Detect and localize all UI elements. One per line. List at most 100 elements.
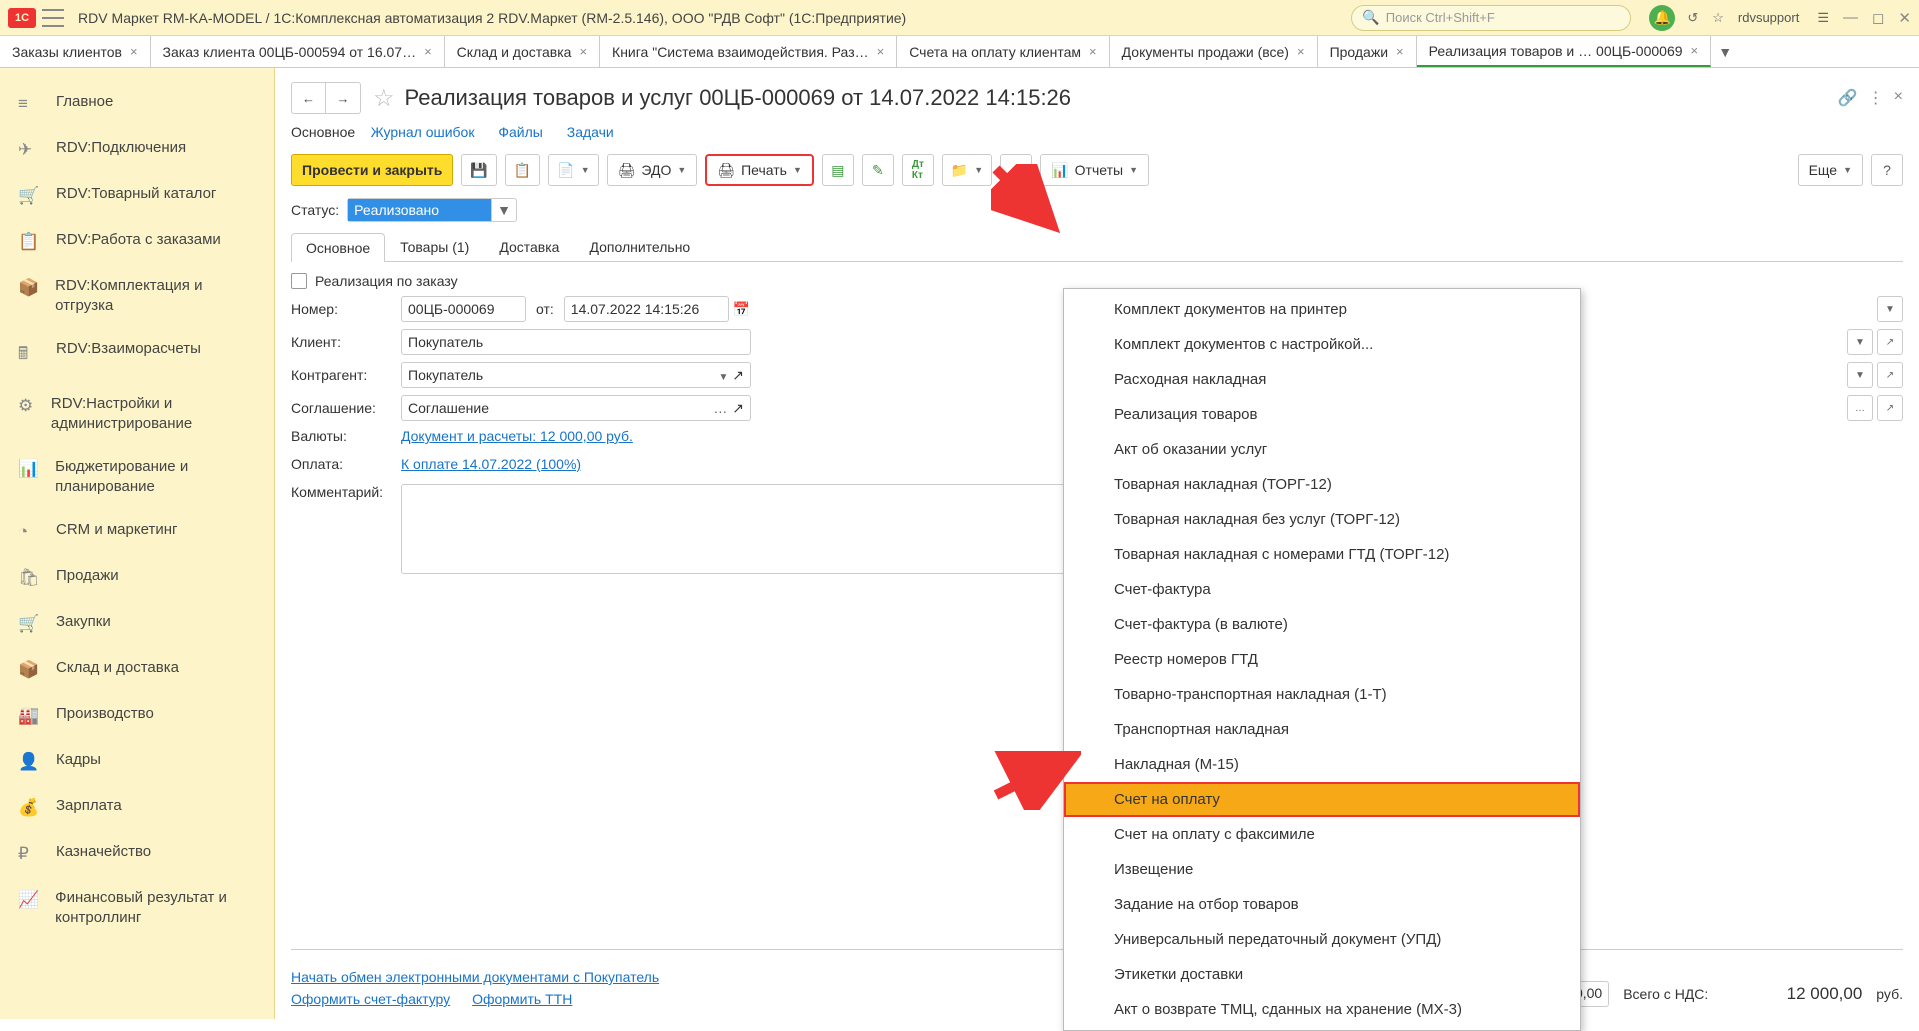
section-link-errors[interactable]: Журнал ошибок	[371, 124, 475, 140]
sidebar-item-finance[interactable]: 📈Финансовый результат и контроллинг	[0, 876, 274, 939]
tab-warehouse[interactable]: Склад и доставка×	[445, 36, 600, 67]
sidebar-item-main[interactable]: ≡Главное	[0, 80, 274, 126]
close-icon[interactable]: ×	[1691, 43, 1699, 58]
create-based-button[interactable]: 📄▼	[548, 154, 598, 186]
agreement-field[interactable]: Соглашение … ↗	[401, 395, 751, 421]
window-close-icon[interactable]: ✕	[1898, 9, 1911, 27]
sidebar-item-settlements[interactable]: 🖩RDV:Взаиморасчеты	[0, 327, 274, 382]
window-minimize-icon[interactable]: —	[1843, 9, 1858, 26]
tab-realization[interactable]: Реализация товаров и … 00ЦБ-000069×	[1417, 36, 1712, 67]
pencil-icon-button[interactable]: ✎	[862, 154, 894, 186]
subtab-extra[interactable]: Дополнительно	[574, 232, 705, 261]
close-icon[interactable]: ×	[1396, 44, 1404, 59]
tab-order-594[interactable]: Заказ клиента 00ЦБ-000594 от 16.07…×	[151, 36, 445, 67]
print-menu-item[interactable]: Счет-фактура	[1064, 572, 1580, 607]
print-menu-item[interactable]: Счет на оплату	[1064, 782, 1580, 817]
field-dropdown-button[interactable]: ▼	[1847, 362, 1873, 388]
tab-sales[interactable]: Продажи×	[1318, 36, 1417, 67]
close-icon[interactable]: ×	[130, 44, 138, 59]
status-combo[interactable]: Реализовано ▼	[347, 198, 517, 222]
footer-link-invoice[interactable]: Оформить счет-фактуру	[291, 991, 450, 1007]
print-menu-item[interactable]: Этикетки доставки	[1064, 957, 1580, 992]
print-menu-item[interactable]: Счет на оплату с факсимиле	[1064, 817, 1580, 852]
sidebar-item-purchases[interactable]: 🛒Закупки	[0, 600, 274, 646]
sidebar-item-picking[interactable]: 📦RDV:Комплектация и отгрузка	[0, 264, 274, 327]
notifications-icon[interactable]: 🔔	[1649, 5, 1675, 31]
print-button[interactable]: 🖨 Печать ▼	[705, 154, 814, 186]
field-open-button[interactable]: ↗	[1877, 329, 1903, 355]
currency-link[interactable]: Документ и расчеты: 12 000,00 руб.	[401, 428, 633, 444]
tab-book[interactable]: Книга "Система взаимодействия. Раз…×	[600, 36, 897, 67]
tab-sales-docs[interactable]: Документы продажи (все)×	[1110, 36, 1318, 67]
realization-by-order-checkbox[interactable]	[291, 273, 307, 289]
field-open-button[interactable]: ↗	[1877, 362, 1903, 388]
print-menu-item[interactable]: Акт о возврате ТМЦ, сданных на хранение …	[1064, 992, 1580, 1027]
dtct-button[interactable]: ДтКт	[902, 154, 934, 186]
edo-button[interactable]: 🖨 ЭДО ▼	[607, 154, 698, 186]
client-field[interactable]: Покупатель	[401, 329, 751, 355]
sidebar-item-catalog[interactable]: 🛒RDV:Товарный каталог	[0, 172, 274, 218]
section-link-files[interactable]: Файлы	[498, 124, 542, 140]
tabs-overflow-button[interactable]: ▼	[1711, 36, 1739, 67]
contractor-field[interactable]: Покупатель ▼ ↗	[401, 362, 751, 388]
close-icon[interactable]: ×	[1297, 44, 1305, 59]
sidebar-item-orders[interactable]: 📋RDV:Работа с заказами	[0, 218, 274, 264]
sidebar-item-production[interactable]: 🏭Производство	[0, 692, 274, 738]
burger-menu-button[interactable]	[42, 9, 64, 27]
number-field[interactable]: 00ЦБ-000069	[401, 296, 526, 322]
section-link-main[interactable]: Основное	[291, 124, 355, 140]
doc-icon-button[interactable]: ▤	[822, 154, 854, 186]
print-menu-item[interactable]: Товарная накладная без услуг (ТОРГ-12)	[1064, 502, 1580, 537]
user-menu-caret-icon[interactable]: ☰	[1817, 10, 1829, 26]
link-icon[interactable]: 🔗	[1838, 88, 1858, 108]
close-icon[interactable]: ×	[1089, 44, 1097, 59]
print-menu-item[interactable]: Задание на отбор товаров	[1064, 887, 1580, 922]
print-menu-item[interactable]: Счет-фактура (в валюте)	[1064, 607, 1580, 642]
nav-forward-button[interactable]: →	[326, 83, 360, 113]
close-icon[interactable]: ×	[424, 44, 432, 59]
more-button[interactable]: Еще ▼	[1798, 154, 1863, 186]
star-icon[interactable]: ☆	[373, 84, 395, 113]
subtab-main[interactable]: Основное	[291, 233, 385, 262]
field-dropdown-button[interactable]: ▼	[1847, 329, 1873, 355]
save-close-button[interactable]: Провести и закрыть	[291, 154, 453, 186]
history-icon[interactable]: ↺	[1687, 10, 1698, 26]
field-open-button[interactable]: ↗	[1877, 395, 1903, 421]
folder-button[interactable]: 📁▼	[942, 154, 992, 186]
close-page-icon[interactable]: ×	[1894, 88, 1903, 108]
window-restore-icon[interactable]: ◻	[1872, 9, 1884, 27]
print-menu-item[interactable]: Реестр номеров ГТД	[1064, 642, 1580, 677]
username[interactable]: rdvsupport	[1738, 10, 1799, 25]
tab-invoices[interactable]: Счета на оплату клиентам×	[897, 36, 1109, 67]
close-icon[interactable]: ×	[579, 44, 587, 59]
subtab-goods[interactable]: Товары (1)	[385, 232, 484, 261]
sidebar-item-warehouse[interactable]: 📦Склад и доставка	[0, 646, 274, 692]
chevron-down-icon[interactable]: ▼	[492, 199, 516, 221]
sidebar-item-salary[interactable]: 💰Зарплата	[0, 784, 274, 830]
kebab-icon[interactable]: ⋮	[1868, 88, 1884, 108]
print-menu-item[interactable]: Извещение	[1064, 852, 1580, 887]
print-menu-item[interactable]: Комплект документов с настройкой...	[1064, 327, 1580, 362]
sidebar-item-connections[interactable]: ✈RDV:Подключения	[0, 126, 274, 172]
save-button[interactable]: 💾	[461, 154, 496, 186]
section-link-tasks[interactable]: Задачи	[567, 124, 614, 140]
print-menu-item[interactable]: Акт об оказании услуг	[1064, 432, 1580, 467]
sidebar-item-crm[interactable]: ◔CRM и маркетинг	[0, 508, 274, 554]
print-menu-item[interactable]: Товарно-транспортная накладная (1-Т)	[1064, 677, 1580, 712]
nav-back-button[interactable]: ←	[292, 83, 326, 113]
help-button[interactable]: ?	[1871, 154, 1903, 186]
print-menu-item[interactable]: Накладная (М-15)	[1064, 747, 1580, 782]
print-menu-item[interactable]: Расходная накладная	[1064, 362, 1580, 397]
sidebar-item-admin[interactable]: ⚙RDV:Настройки и администрирование	[0, 382, 274, 445]
print-menu-item[interactable]: Товарная накладная (ТОРГ-12)	[1064, 467, 1580, 502]
print-menu-item[interactable]: Товарная накладная с номерами ГТД (ТОРГ-…	[1064, 537, 1580, 572]
calendar-icon[interactable]: 📅	[733, 301, 750, 318]
payment-link[interactable]: К оплате 14.07.2022 (100%)	[401, 456, 581, 472]
print-menu-item[interactable]: Универсальный передаточный документ (УПД…	[1064, 922, 1580, 957]
print-menu-item[interactable]: Реализация товаров	[1064, 397, 1580, 432]
print-menu-item[interactable]: Транспортная накладная	[1064, 712, 1580, 747]
print-menu-item[interactable]: Комплект документов на принтер	[1064, 292, 1580, 327]
sidebar-item-treasury[interactable]: ₽Казначейство	[0, 830, 274, 876]
subtab-delivery[interactable]: Доставка	[484, 232, 574, 261]
post-button[interactable]: 📋	[505, 154, 540, 186]
